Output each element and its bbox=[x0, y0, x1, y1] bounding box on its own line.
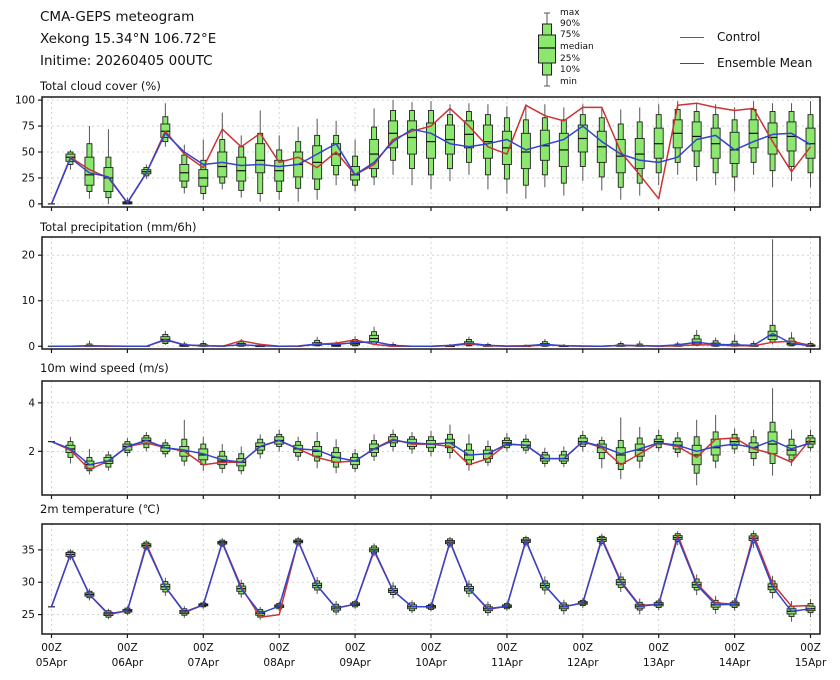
svg-text:2: 2 bbox=[28, 446, 35, 458]
svg-text:13Apr: 13Apr bbox=[643, 657, 675, 669]
svg-text:00Z: 00Z bbox=[421, 642, 442, 654]
svg-text:12Apr: 12Apr bbox=[567, 657, 599, 669]
svg-text:00Z: 00Z bbox=[497, 642, 518, 654]
panel-title-precipitation: Total precipitation (mm/6h) bbox=[40, 220, 196, 234]
svg-text:75: 75 bbox=[22, 121, 35, 133]
boxstat-label-25: 25% bbox=[560, 54, 580, 65]
svg-text:00Z: 00Z bbox=[269, 642, 290, 654]
svg-text:11Apr: 11Apr bbox=[491, 657, 523, 669]
location-subtitle: Xekong 15.34°N 106.72°E bbox=[40, 28, 216, 50]
boxstat-label-max: max bbox=[560, 8, 580, 19]
svg-text:30: 30 bbox=[22, 577, 35, 589]
svg-text:07Apr: 07Apr bbox=[188, 657, 220, 669]
svg-text:00Z: 00Z bbox=[41, 642, 62, 654]
legend-entry-ensemble-mean: Ensemble Mean bbox=[680, 56, 812, 70]
svg-text:08Apr: 08Apr bbox=[263, 657, 295, 669]
svg-text:25: 25 bbox=[22, 172, 35, 184]
svg-text:00Z: 00Z bbox=[573, 642, 594, 654]
boxstat-label-min: min bbox=[560, 77, 577, 88]
panel-title-cloud-cover: Total cloud cover (%) bbox=[40, 79, 161, 93]
boxstat-label-75: 75% bbox=[560, 30, 580, 41]
meteogram-page: 0 25 50 75 100 0 10 20 2 4 25 30 35 00Z 05Apr 00Z 06Apr 0… bbox=[0, 0, 840, 680]
control-line-swatch bbox=[680, 37, 704, 38]
svg-text:09Apr: 09Apr bbox=[339, 657, 371, 669]
panel-title-wind-speed: 10m wind speed (m/s) bbox=[40, 361, 169, 375]
boxstat-label-median: median bbox=[560, 42, 594, 53]
svg-text:35: 35 bbox=[22, 544, 35, 556]
svg-text:20: 20 bbox=[22, 250, 35, 262]
svg-text:0: 0 bbox=[28, 341, 35, 353]
svg-text:10Apr: 10Apr bbox=[415, 657, 447, 669]
svg-text:05Apr: 05Apr bbox=[36, 657, 68, 669]
svg-text:14Apr: 14Apr bbox=[719, 657, 751, 669]
svg-text:10: 10 bbox=[22, 295, 35, 307]
page-title: CMA-GEPS meteogram bbox=[40, 6, 194, 28]
svg-text:15Apr: 15Apr bbox=[795, 657, 827, 669]
svg-text:4: 4 bbox=[28, 397, 35, 409]
svg-text:25: 25 bbox=[22, 609, 35, 621]
panel-title-temperature: 2m temperature (℃) bbox=[40, 502, 160, 516]
legend-label-control: Control bbox=[717, 30, 760, 44]
svg-text:100: 100 bbox=[15, 95, 35, 107]
legend-entry-control: Control bbox=[680, 30, 760, 44]
svg-text:00Z: 00Z bbox=[345, 642, 366, 654]
svg-text:00Z: 00Z bbox=[800, 642, 821, 654]
svg-text:06Apr: 06Apr bbox=[112, 657, 144, 669]
meteogram-canvas: 0 25 50 75 100 0 10 20 2 4 25 30 35 00Z 05Apr 00Z 06Apr 0… bbox=[0, 0, 840, 680]
svg-text:00Z: 00Z bbox=[117, 642, 138, 654]
ensemble-mean-line-swatch bbox=[680, 63, 704, 64]
svg-text:0: 0 bbox=[28, 198, 35, 210]
svg-text:00Z: 00Z bbox=[648, 642, 669, 654]
svg-text:00Z: 00Z bbox=[724, 642, 745, 654]
boxstat-label-90: 90% bbox=[560, 19, 580, 30]
inittime-subtitle: Initime: 20260405 00UTC bbox=[40, 50, 213, 72]
legend-label-ensemble-mean: Ensemble Mean bbox=[717, 56, 812, 70]
boxstat-label-10: 10% bbox=[560, 65, 580, 76]
svg-text:00Z: 00Z bbox=[193, 642, 214, 654]
svg-text:50: 50 bbox=[22, 147, 35, 159]
